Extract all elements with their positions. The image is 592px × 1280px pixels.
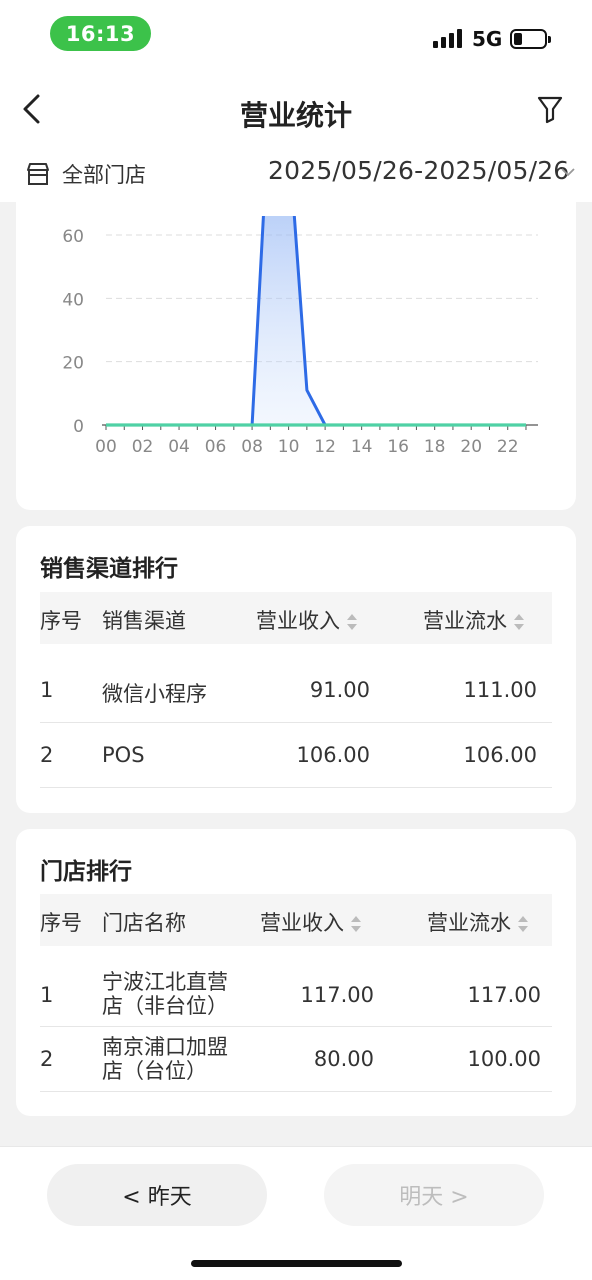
row-store-name: 南京浦口加盟店（台位） (102, 1035, 228, 1083)
home-indicator (191, 1260, 402, 1267)
sort-icon (347, 614, 357, 630)
next-day-button[interactable]: 明天 > (324, 1164, 544, 1226)
table-row: 1 宁波江北直营店（非台位） 117.00 117.00 (40, 962, 552, 1027)
sort-icon (351, 916, 361, 932)
store-rank-header: 序号 门店名称 营业收入 营业流水 (40, 894, 552, 946)
x-tick-label: 20 (460, 437, 482, 457)
store-icon[interactable] (25, 161, 51, 187)
x-tick-label: 18 (424, 437, 446, 457)
row-store-name: 宁波江北直营店（非台位） (102, 970, 228, 1018)
row-flow: 106.00 (463, 743, 537, 767)
store-selector[interactable]: 全部门店 (62, 159, 146, 189)
x-tick-label: 04 (168, 437, 190, 457)
row-income: 80.00 (313, 1047, 374, 1071)
row-index: 1 (40, 678, 54, 702)
chevron-down-icon[interactable] (560, 166, 576, 178)
date-range-selector[interactable]: 2025/05/26-2025/05/26 (268, 156, 569, 185)
x-tick-label: 02 (132, 437, 154, 457)
col-income-sort[interactable]: 营业收入 (260, 907, 362, 937)
status-bar: 16:13 5G (0, 0, 592, 70)
row-income: 91.00 (309, 678, 370, 702)
row-flow: 100.00 (467, 1047, 541, 1071)
channel-rank-title: 销售渠道排行 (40, 556, 178, 582)
table-row: 2 POS 106.00 106.00 (40, 723, 552, 788)
sort-icon (518, 916, 528, 932)
sort-icon (514, 614, 524, 630)
col-index: 序号 (40, 911, 82, 935)
y-tick-label: 60 (62, 227, 84, 247)
table-row: 2 南京浦口加盟店（台位） 80.00 100.00 (40, 1027, 552, 1092)
x-tick-label: 16 (387, 437, 409, 457)
store-rank-card: 门店排行 序号 门店名称 营业收入 营业流水 1 宁波江北直营店（非台位） 11… (16, 829, 576, 1116)
row-flow: 111.00 (463, 678, 537, 702)
bottom-bar: < 昨天 明天 > (0, 1146, 592, 1280)
row-channel: POS (102, 743, 145, 767)
signal-icon (433, 28, 463, 48)
battery-icon (510, 29, 551, 49)
x-tick-label: 08 (241, 437, 263, 457)
store-rank-title: 门店排行 (40, 859, 132, 885)
filter-bar: 全部门店 2025/05/26-2025/05/26 (0, 150, 592, 202)
y-tick-label: 40 (62, 290, 84, 310)
row-index: 2 (40, 743, 54, 767)
col-channel: 销售渠道 (102, 609, 186, 633)
col-store-name: 门店名称 (102, 911, 186, 935)
revenue-chart-card: 0 20 40 60 00 02 04 06 08 10 12 14 16 18 20 22 (16, 202, 576, 510)
revenue-chart: 0 20 40 60 00 02 04 06 08 10 12 14 16 18 20 22 (62, 216, 538, 457)
channel-rank-header: 序号 销售渠道 营业收入 营业流水 (40, 592, 552, 644)
row-index: 1 (40, 983, 54, 1007)
row-income: 117.00 (300, 983, 374, 1007)
x-tick-label: 00 (95, 437, 117, 457)
col-flow-sort[interactable]: 营业流水 (423, 605, 525, 635)
network-type: 5G (472, 27, 503, 51)
channel-rank-card: 销售渠道排行 序号 销售渠道 营业收入 营业流水 1 微信小程序 91.00 1… (16, 526, 576, 813)
row-index: 2 (40, 1047, 54, 1071)
col-flow: 营业流水 (423, 609, 507, 633)
x-tick-label: 06 (205, 437, 227, 457)
x-tick-label: 10 (278, 437, 300, 457)
page-title: 营业统计 (239, 99, 352, 132)
x-tick-label: 14 (351, 437, 373, 457)
x-tick-label: 22 (497, 437, 519, 457)
y-tick-label: 0 (73, 417, 84, 437)
x-tick-label: 12 (314, 437, 336, 457)
row-flow: 117.00 (467, 983, 541, 1007)
nav-bar: 营业统计 (0, 70, 592, 150)
col-income: 营业收入 (256, 609, 340, 633)
col-flow-sort[interactable]: 营业流水 (427, 907, 529, 937)
previous-day-button[interactable]: < 昨天 (47, 1164, 267, 1226)
col-flow: 营业流水 (427, 911, 511, 935)
row-income: 106.00 (296, 743, 370, 767)
filter-icon[interactable] (536, 94, 564, 124)
col-income-sort[interactable]: 营业收入 (256, 605, 358, 635)
col-index: 序号 (40, 609, 82, 633)
status-time: 16:13 (50, 16, 151, 51)
row-channel: 微信小程序 (102, 682, 207, 706)
table-row: 1 微信小程序 91.00 111.00 (40, 658, 552, 723)
col-income: 营业收入 (260, 911, 344, 935)
y-tick-label: 20 (62, 354, 84, 374)
